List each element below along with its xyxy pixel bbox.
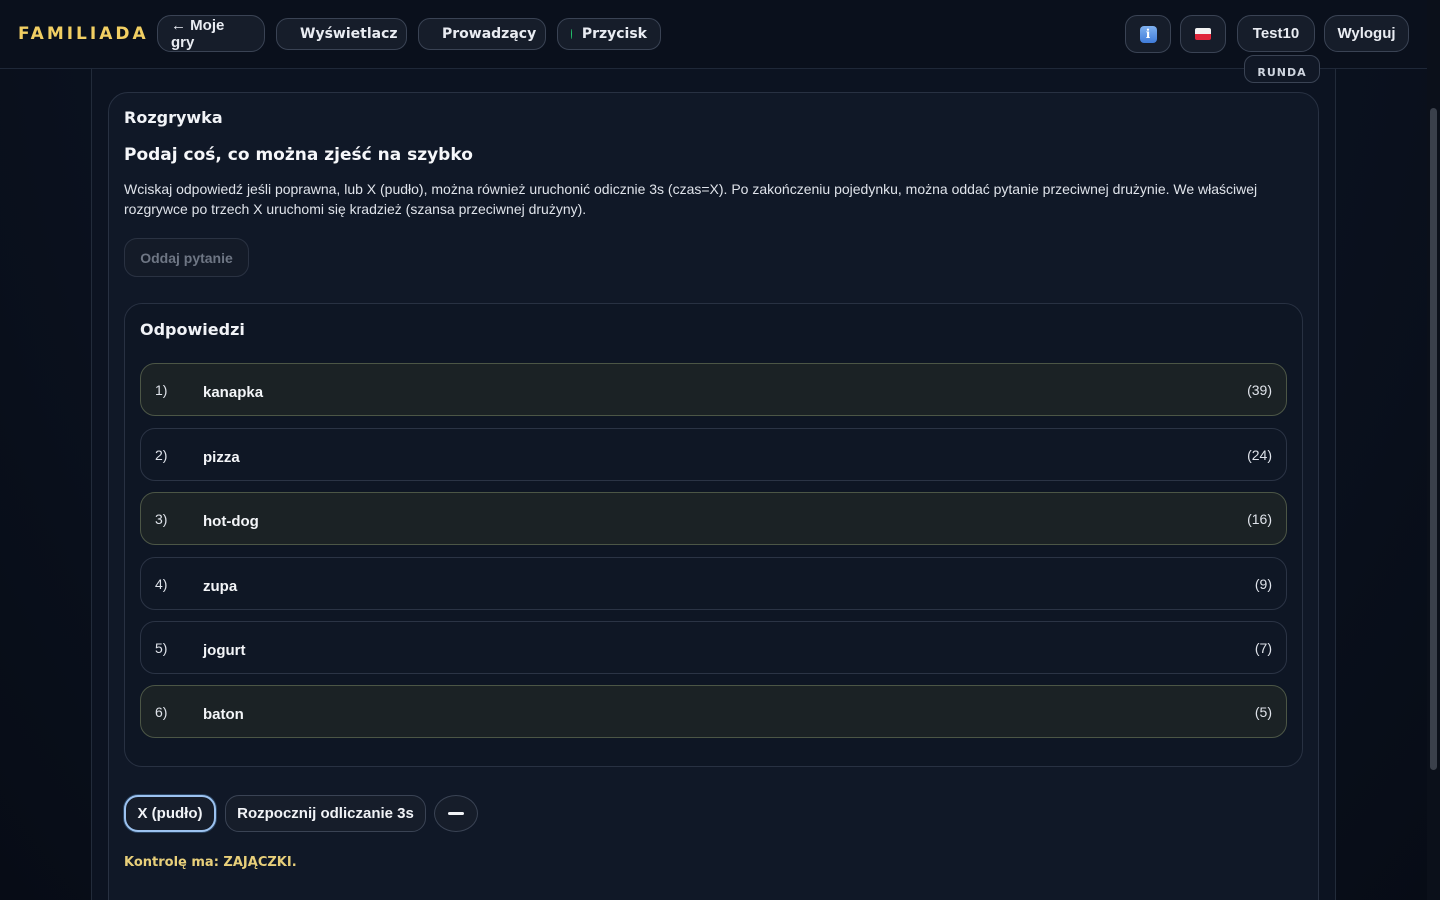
answers-title: Odpowiedzi [140, 320, 245, 339]
answer-text: baton [203, 706, 244, 723]
instructions-text: Wciskaj odpowiedź jeśli poprawna, lub X … [124, 181, 1258, 217]
answer-points: (7) [1254, 640, 1272, 656]
answer-row[interactable]: 6) baton (5) [140, 685, 1287, 738]
answer-text: kanapka [203, 384, 264, 401]
answer-row[interactable]: 1) kanapka (39) [140, 363, 1287, 416]
language-button[interactable] [1180, 15, 1226, 53]
answer-number: 2) [155, 447, 168, 463]
answer-row[interactable]: 4) zupa (9) [140, 557, 1287, 610]
tab-host-label: Prowadzący [442, 26, 537, 42]
minus-button[interactable] [434, 795, 478, 832]
answer-row[interactable]: 3) hot-dog (16) [140, 492, 1287, 545]
answer-text: pizza [203, 449, 240, 466]
status-dot-icon [571, 29, 572, 39]
miss-x-button[interactable]: X (pudło) [124, 795, 216, 832]
tab-buzzer-label: Przycisk [581, 26, 647, 42]
answer-number: 6) [155, 704, 168, 720]
answer-points: (9) [1254, 576, 1272, 592]
minus-icon [448, 812, 464, 815]
answer-text: hot-dog [203, 513, 259, 530]
tab-display-label: Wyświetlacz [300, 26, 398, 42]
tab-host[interactable]: Prowadzący [418, 18, 546, 50]
question-text: Podaj coś, co można zjeść na szybko [124, 145, 473, 165]
tab-display[interactable]: Wyświetlacz [276, 18, 407, 50]
answer-row[interactable]: 2) pizza (24) [140, 428, 1287, 481]
brand-logo: FAMILIADA [18, 24, 149, 44]
poland-flag-icon [1195, 28, 1211, 40]
section-title: Rozgrywka [124, 108, 223, 127]
answer-number: 3) [155, 511, 168, 527]
info-icon: i [1139, 25, 1157, 43]
answer-text: zupa [203, 578, 238, 595]
control-status: Kontrolę ma: ZAJĄCZKI. [124, 855, 297, 870]
answer-number: 5) [155, 640, 168, 656]
scrollbar-thumb[interactable] [1430, 108, 1437, 770]
answer-points: (16) [1247, 511, 1272, 527]
start-countdown-button[interactable]: Rozpocznij odliczanie 3s [225, 795, 426, 832]
logout-button[interactable]: Wyloguj [1324, 15, 1409, 52]
answer-number: 4) [155, 576, 168, 592]
info-button[interactable]: i [1125, 15, 1171, 53]
round-tag: RUNDA [1244, 55, 1320, 83]
give-question-button[interactable]: Oddaj pytanie [124, 238, 249, 277]
tab-buzzer[interactable]: Przycisk [557, 18, 661, 50]
answer-points: (39) [1247, 382, 1272, 398]
answer-row[interactable]: 5) jogurt (7) [140, 621, 1287, 674]
user-button[interactable]: Test10 [1237, 15, 1315, 52]
back-to-games-button[interactable]: ← Moje gry [157, 15, 265, 52]
answer-points: (5) [1254, 704, 1272, 720]
answer-points: (24) [1247, 447, 1272, 463]
answer-text: jogurt [203, 642, 246, 659]
answer-number: 1) [155, 382, 168, 398]
